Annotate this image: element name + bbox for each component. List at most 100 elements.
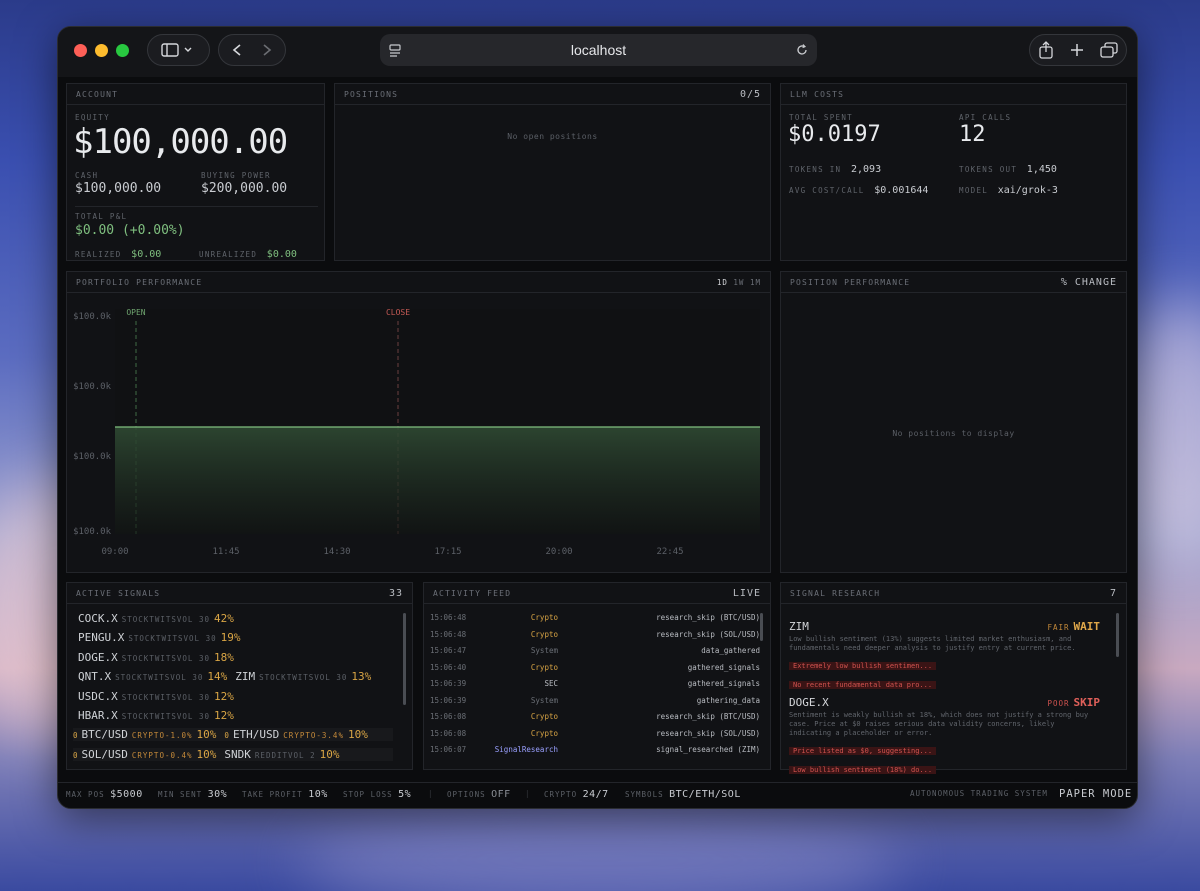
positions-panel: POSITIONS 0/5 No open positions	[334, 83, 771, 261]
portfolio-header: PORTFOLIO PERFORMANCE	[76, 277, 203, 287]
feed-row[interactable]: 15:06:39 System gathering_data	[430, 696, 760, 712]
research-quality: POOR	[1047, 699, 1070, 708]
feed-row[interactable]: 15:06:48 Crypto research_skip (BTC/USD)	[430, 613, 760, 629]
signal-strength: 10%	[196, 728, 217, 742]
signal-item[interactable]: QNT.X STOCKTWITSVOL 30 14%	[78, 670, 227, 683]
signal-strength: 14%	[207, 670, 228, 684]
x-tick-label: 20:00	[545, 547, 572, 557]
reload-icon[interactable]	[795, 43, 809, 57]
new-tab-icon[interactable]	[1069, 42, 1085, 58]
signal-item[interactable]: HBAR.X STOCKTWITSVOL 30 12%	[78, 709, 234, 722]
signal-item[interactable]: COCK.X STOCKTWITSVOL 30 42%	[78, 612, 234, 625]
minimize-window-button[interactable]	[95, 44, 108, 57]
signal-item[interactable]: 0 ETH/USD CRYPTO-3.4% 10%	[224, 728, 367, 741]
signal-source: STOCKTWITSVOL 30	[121, 615, 210, 624]
signal-row[interactable]: COCK.X STOCKTWITSVOL 30 42%	[78, 612, 234, 625]
research-header: SIGNAL RESEARCH	[790, 588, 881, 598]
signal-row[interactable]: HBAR.X STOCKTWITSVOL 30 12%	[78, 709, 234, 722]
research-scrollbar[interactable]	[1116, 613, 1119, 657]
signal-item[interactable]: SNDK REDDITVOL 2 10%	[224, 748, 339, 761]
signal-row[interactable]: 0 SOL/USD CRYPTO-0.4% 10% SNDK REDDITVOL 2 10%	[73, 747, 393, 761]
feed-event: gathered_signals	[687, 679, 760, 688]
llm-header: LLM COSTS	[790, 89, 845, 99]
position-perf-empty: No positions to display	[892, 429, 1015, 438]
address-bar[interactable]: localhost	[380, 34, 817, 66]
signal-source: STOCKTWITSVOL 30	[121, 712, 210, 721]
browser-window: localhost ACCOUNT EQUITY $100,000.00 CAS…	[57, 26, 1138, 809]
close-window-button[interactable]	[74, 44, 87, 57]
total-spent-value: $0.0197	[788, 122, 881, 147]
take-profit-label: TAKE PROFIT	[242, 790, 303, 799]
feed-row[interactable]: 15:06:48 Crypto research_skip (SOL/USD)	[430, 630, 760, 646]
model-value: xai/grok-3	[997, 185, 1058, 196]
signal-symbol: ETH/USD	[232, 728, 280, 742]
research-card[interactable]: DOGE.X POOR SKIP Sentiment is weakly bullis…	[789, 691, 1114, 776]
signal-prefix: 0	[73, 750, 78, 760]
research-symbol: DOGE.X	[789, 696, 829, 709]
cash-value: $100,000.00	[75, 181, 162, 196]
forward-icon[interactable]	[252, 42, 282, 58]
signal-row[interactable]: 0 BTC/USD CRYPTO-1.0% 10% 0 ETH/USD CRYPTO-3.4…	[73, 728, 393, 742]
signal-item[interactable]: 0 BTC/USD CRYPTO-1.0% 10%	[73, 728, 216, 741]
signal-symbol: COCK.X	[78, 612, 118, 625]
cash-label: CASH	[75, 171, 99, 180]
research-flag: Extremely low bullish sentimen...	[789, 662, 937, 670]
market-open-label: OPEN	[126, 308, 145, 317]
research-verdict: WAIT	[1073, 620, 1101, 633]
signal-item[interactable]: 0 SOL/USD CRYPTO-0.4% 10%	[73, 748, 216, 761]
feed-source: Crypto	[530, 613, 558, 622]
y-tick-label: $100.0k	[73, 312, 112, 322]
back-icon[interactable]	[222, 42, 252, 58]
signal-row[interactable]: USDC.X STOCKTWITSVOL 30 12%	[78, 690, 234, 703]
footer-separator: |	[525, 789, 531, 798]
sidebar-toggle-button[interactable]	[147, 34, 210, 66]
range-1d[interactable]: 1D	[717, 278, 728, 287]
feed-row[interactable]: 15:06:39 SEC gathered_signals	[430, 679, 760, 695]
portfolio-chart: $100.0k $100.0k $100.0k $100.0k 09:00 11:45 14…	[73, 308, 760, 557]
signal-item[interactable]: DOGE.X STOCKTWITSVOL 30 18%	[78, 651, 234, 664]
feed-row[interactable]: 15:06:07 SignalResearch signal_researched …	[430, 745, 760, 761]
signal-row[interactable]: QNT.X STOCKTWITSVOL 30 14% ZIM STOCKTWITSVOL…	[78, 670, 371, 683]
feed-source: Crypto	[530, 712, 558, 721]
research-symbol: ZIM	[789, 620, 809, 633]
signal-item[interactable]: USDC.X STOCKTWITSVOL 30 12%	[78, 690, 234, 703]
range-1m[interactable]: 1M	[750, 278, 761, 287]
share-icon[interactable]	[1038, 41, 1054, 59]
page-settings-icon[interactable]	[388, 43, 402, 57]
signal-item[interactable]: PENGU.X STOCKTWITSVOL 30 19%	[78, 631, 240, 644]
buying-power-value: $200,000.00	[201, 181, 288, 196]
tabs-overview-icon[interactable]	[1100, 42, 1118, 58]
feed-event: signal_researched (ZIM)	[656, 745, 760, 754]
tokens-out-value: 1,450	[1026, 164, 1057, 175]
feed-row[interactable]: 15:06:08 Crypto research_skip (SOL/USD)	[430, 729, 760, 745]
feed-row[interactable]: 15:06:40 Crypto gathered_signals	[430, 663, 760, 679]
feed-scrollbar[interactable]	[760, 613, 763, 641]
signal-row[interactable]: DOGE.X STOCKTWITSVOL 30 18%	[78, 651, 234, 664]
feed-header: ACTIVITY FEED	[433, 588, 512, 598]
signal-symbol: ZIM	[235, 670, 256, 684]
api-calls-label: API CALLS	[959, 113, 1012, 122]
zoom-window-button[interactable]	[116, 44, 129, 57]
research-card[interactable]: ZIM FAIR WAIT Low bullish sentiment (13%) s…	[789, 615, 1114, 691]
feed-event: research_skip (SOL/USD)	[656, 629, 760, 639]
feed-event: research_skip (BTC/USD)	[656, 712, 760, 721]
signal-symbol: HBAR.X	[78, 709, 118, 722]
x-tick-label: 09:00	[101, 547, 128, 557]
signal-item[interactable]: ZIM STOCKTWITSVOL 30 13%	[235, 670, 371, 683]
x-tick-label: 14:30	[323, 547, 350, 557]
research-quality: FAIR	[1047, 623, 1070, 632]
x-tick-label: 17:15	[434, 547, 461, 557]
signals-scrollbar[interactable]	[403, 613, 406, 705]
range-1w[interactable]: 1W	[733, 278, 744, 287]
feed-event: research_skip (SOL/USD)	[656, 728, 760, 738]
market-close-label: CLOSE	[386, 308, 410, 317]
signal-symbol: SNDK	[224, 747, 251, 761]
signal-row[interactable]: PENGU.X STOCKTWITSVOL 30 19%	[78, 631, 240, 644]
signal-strength: 13%	[351, 670, 372, 684]
signal-strength: 12%	[214, 689, 234, 703]
take-profit-value: 10%	[308, 789, 328, 800]
feed-row[interactable]: 15:06:08 Crypto research_skip (BTC/USD)	[430, 712, 760, 728]
feed-row[interactable]: 15:06:47 System data_gathered	[430, 646, 760, 662]
signal-source: CRYPTO-1.0%	[131, 731, 193, 741]
signal-strength: 10%	[347, 728, 368, 742]
